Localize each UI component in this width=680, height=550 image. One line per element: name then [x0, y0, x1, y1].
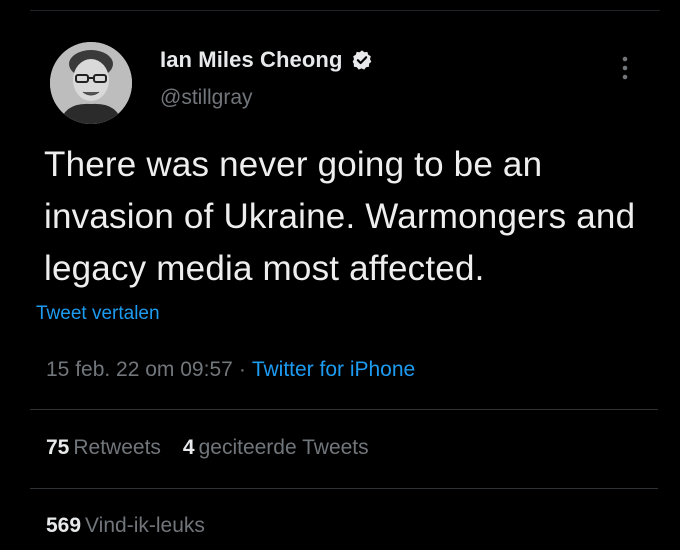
verified-badge-icon [351, 49, 373, 71]
quote-tweets-count: 4 [182, 436, 195, 459]
avatar[interactable] [50, 42, 132, 124]
likes-count: 569 [46, 514, 82, 537]
tweet-meta: 15 feb. 22 om 09:57 · Twitter for iPhone [46, 358, 415, 382]
tweet-source-link[interactable]: Twitter for iPhone [252, 358, 415, 381]
quote-tweets-stat[interactable]: 4 geciteerde Tweets [183, 436, 369, 460]
tweet-timestamp[interactable]: 15 feb. 22 om 09:57 [46, 358, 233, 381]
author-display-name[interactable]: Ian Miles Cheong [160, 47, 343, 73]
likes-stat[interactable]: 569 Vind-ik-leuks [46, 514, 205, 538]
retweets-stat[interactable]: 75 Retweets [46, 436, 161, 460]
likes-label: Vind-ik-leuks [85, 514, 205, 537]
divider [30, 488, 658, 489]
translate-tweet-link[interactable]: Tweet vertalen [36, 303, 160, 325]
tweet-text: There was never going to be an invasion … [44, 145, 636, 288]
avatar-image [50, 42, 132, 124]
author-handle[interactable]: @stillgray [160, 86, 253, 110]
quote-tweets-label: geciteerde Tweets [198, 436, 369, 459]
engagement-stats: 75 Retweets 4 geciteerde Tweets [46, 436, 369, 460]
divider [30, 409, 658, 410]
tweet-detail: Ian Miles Cheong @stillgray There was ne… [0, 0, 680, 550]
meta-separator: · [238, 358, 246, 381]
retweets-label: Retweets [73, 436, 161, 459]
author-name-row[interactable]: Ian Miles Cheong [160, 47, 373, 73]
retweets-count: 75 [46, 436, 70, 459]
more-options-icon[interactable] [618, 54, 632, 82]
top-divider [30, 10, 660, 11]
